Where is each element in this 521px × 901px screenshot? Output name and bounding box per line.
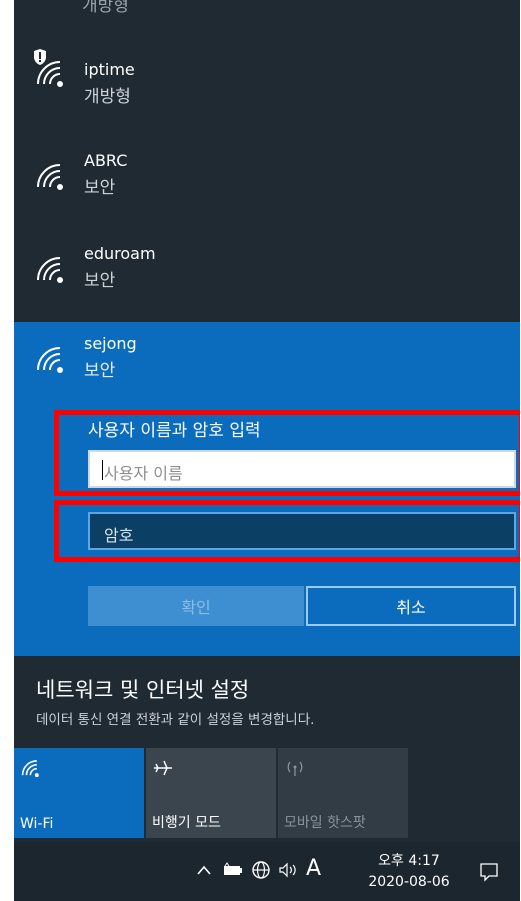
wifi-tile[interactable]: Wi-Fi bbox=[14, 748, 144, 838]
tile-label: Wi-Fi bbox=[20, 816, 54, 832]
network-item-eduroam[interactable]: eduroam 보안 bbox=[14, 238, 520, 328]
airplane-mode-tile[interactable]: 비행기 모드 bbox=[146, 748, 276, 838]
tile-label: 모바일 핫스팟 bbox=[284, 815, 366, 831]
tile-label: 비행기 모드 bbox=[152, 815, 221, 831]
mobile-hotspot-tile: 모바일 핫스팟 bbox=[278, 748, 408, 838]
clock-time[interactable]: 오후 4:17 bbox=[374, 850, 444, 870]
highlight-box-password bbox=[54, 500, 520, 562]
network-name: ABRC bbox=[84, 151, 128, 170]
input-method-indicator[interactable]: A bbox=[306, 856, 321, 881]
airplane-icon bbox=[154, 760, 172, 776]
highlight-box-prompt-username bbox=[54, 410, 520, 496]
network-globe-icon[interactable] bbox=[251, 860, 271, 880]
volume-icon[interactable] bbox=[278, 861, 300, 879]
confirm-button[interactable]: 확인 bbox=[88, 586, 304, 626]
taskbar: A 오후 4:17 2020-08-06 bbox=[14, 842, 520, 901]
clock-date[interactable]: 2020-08-06 bbox=[364, 874, 454, 890]
clipped-network-status: 개방형 bbox=[82, 0, 129, 16]
network-name: iptime bbox=[84, 60, 135, 79]
network-name: eduroam bbox=[84, 244, 156, 263]
network-name: sejong bbox=[84, 334, 137, 353]
chevron-up-icon[interactable] bbox=[196, 864, 212, 876]
battery-icon[interactable] bbox=[222, 862, 244, 878]
network-settings-link[interactable]: 네트워크 및 인터넷 설정 bbox=[36, 674, 249, 704]
network-status: 보안 bbox=[84, 271, 116, 291]
network-flyout: 개방형 iptime 개방형 ABRC 보안 eduroam 보안 sejong… bbox=[14, 0, 520, 901]
wifi-signal-icon bbox=[37, 164, 63, 190]
network-status: 개방형 bbox=[84, 87, 131, 107]
network-settings-description: 데이터 통신 연결 전환과 같이 설정을 변경합니다. bbox=[36, 712, 315, 728]
cancel-button[interactable]: 취소 bbox=[306, 586, 516, 626]
shield-warning-icon bbox=[34, 49, 46, 65]
wifi-signal-icon bbox=[37, 347, 63, 373]
wifi-signal-icon bbox=[37, 257, 63, 283]
network-status: 보안 bbox=[84, 178, 116, 198]
network-status: 보안 bbox=[84, 361, 116, 381]
network-item-sejong-expanded[interactable]: sejong 보안 사용자 이름과 암호 입력 사용자 이름 암호 확인 취소 bbox=[14, 322, 520, 656]
hotspot-icon bbox=[287, 761, 303, 776]
network-item-abrc[interactable]: ABRC 보안 bbox=[14, 145, 520, 235]
network-item-iptime[interactable]: iptime 개방형 bbox=[14, 42, 520, 132]
wifi-icon bbox=[21, 760, 39, 778]
notification-center-icon[interactable] bbox=[479, 862, 499, 882]
